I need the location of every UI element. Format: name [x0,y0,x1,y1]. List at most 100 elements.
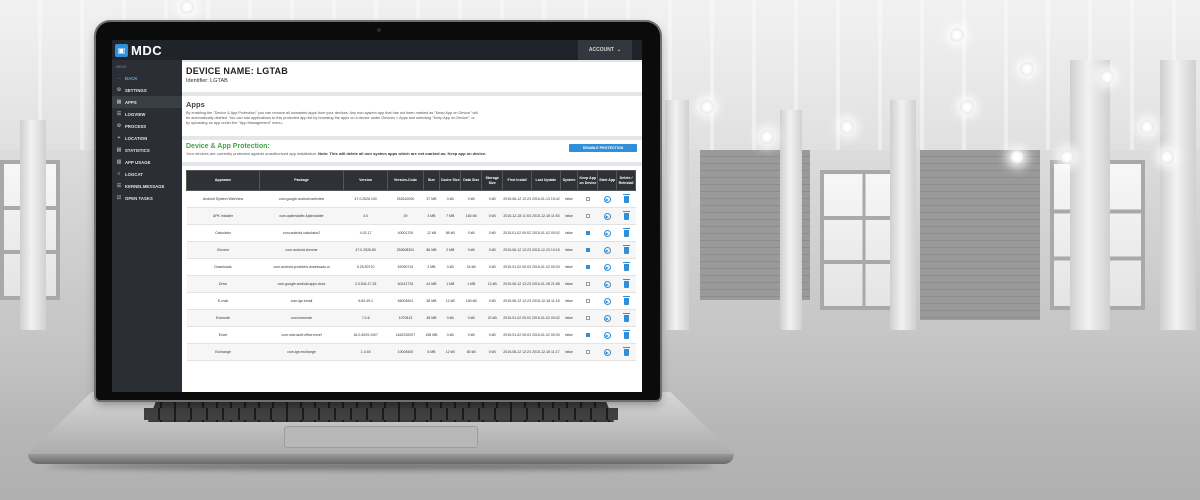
trash-icon[interactable] [622,279,630,288]
keep-app-checkbox[interactable] [585,315,590,320]
keep-app-checkbox[interactable] [585,281,590,286]
column-header[interactable]: Package [258,170,345,191]
cell-ver: 1.0.45 [343,343,388,361]
sidebar-item-settings[interactable]: ⚙ SETTINGS [112,84,182,96]
play-icon[interactable]: ▶ [603,246,611,254]
cell-data: 0 kB [460,309,482,327]
cell-storage: 0 kB [481,326,503,344]
play-icon[interactable]: ▶ [603,280,611,288]
trash-icon[interactable] [622,313,630,322]
cell-ver: 2.3.544.17.33 [343,275,388,293]
cell-data: 24 kB [460,258,482,276]
keep-app-checkbox[interactable] [585,196,590,201]
cell-keep [577,190,598,208]
cell-last: 2016-01-28 21:58 [531,275,561,293]
top-bar: ▣ MDC ACCOUNT ⌄ [112,40,642,60]
keep-app-checkbox[interactable] [585,247,590,252]
sidebar-item-apps[interactable]: ▦ APPS [112,96,182,108]
trash-icon[interactable] [622,296,630,305]
logo[interactable]: ▣ MDC [115,43,162,58]
sidebar-item-logview[interactable]: ☰ LOGVIEW [112,108,182,120]
play-icon[interactable]: ▶ [603,212,611,220]
trash-icon[interactable] [622,262,630,271]
sidebar: MENU ← BACK ⚙ SETTINGS ▦ APPS ☰ LOGVIEW … [112,60,182,392]
trash-icon[interactable] [622,194,630,203]
trash-icon[interactable] [622,347,630,356]
cell-data: 1 MB [460,275,482,293]
column-header[interactable]: Version [343,170,389,191]
trash-icon[interactable] [622,245,630,254]
sidebar-item-logcat[interactable]: ≡ LOGCAT [112,168,182,180]
disable-protection-button[interactable]: DISABLE PROTECTION [569,144,637,152]
sidebar-item-open-tasks[interactable]: ☑ OPEN TASKS [112,192,182,204]
cell-keep [577,292,598,310]
cell-first: 2015-01-02 00:03 [502,258,532,276]
cell-cache: 0 kB [439,258,461,276]
play-icon[interactable]: ▶ [603,195,611,203]
cell-system: false [560,190,578,208]
column-header[interactable]: Size [422,170,441,191]
sidebar-item-kernelmessage[interactable]: ☰ KERNELMESSAGE [112,180,182,192]
device-identifier: Identifier: LGTAB [186,78,228,84]
cell-last: 2015-12-23 19:15 [531,241,561,259]
table-row: Excel com.microsoft.office.excel 16.0.4029… [186,326,636,344]
sidebar-item-label: LOCATION [125,135,148,141]
keep-app-checkbox[interactable] [585,264,590,269]
cell-start: ▶ [597,343,617,361]
cell-name: Android System WebView [186,190,260,208]
cell-storage: 0 kB [481,207,503,225]
cell-pkg: com.apkinstaller.ApkInstaller [259,207,344,225]
play-icon[interactable]: ▶ [603,263,611,271]
ceiling-lamp-icon [840,120,854,134]
column-header[interactable]: Last Update [530,170,561,191]
column-header[interactable]: Version-Code [387,170,424,191]
column-header[interactable]: System [559,170,579,191]
cell-storage: 0 kB [481,190,503,208]
play-icon[interactable]: ▶ [603,314,611,322]
sidebar-item-process[interactable]: ⚙ PROCESS [112,120,182,132]
cell-code: 1642292007 [387,326,424,344]
column-header[interactable]: Storage Size [481,170,504,191]
play-icon[interactable]: ▶ [603,348,611,356]
cell-start: ▶ [597,309,617,327]
sidebar-caption: MENU [116,65,127,69]
brick-wall [920,150,1040,320]
cell-storage: 20 kB [481,309,503,327]
trash-icon[interactable] [622,330,630,339]
column-header[interactable]: First Install [502,170,532,191]
column-header[interactable]: Cache Size [439,170,462,191]
play-icon[interactable]: ▶ [603,229,611,237]
sidebar-item-location[interactable]: ⌖ LOCATION [112,132,182,144]
cell-ver: 6.60.49.1 [343,292,388,310]
cell-code: 52050710 [387,258,424,276]
cell-data: 0 kB [460,224,482,242]
keep-app-checkbox[interactable] [585,230,590,235]
cell-pkg: com.evernote [259,309,344,327]
protection-text: Your devices are currently protected aga… [186,151,319,156]
apps-icon: ▦ [116,99,122,105]
keep-app-checkbox[interactable] [585,349,590,354]
column-header: Start App [597,170,618,191]
table-row: E-mail com.lge.email 6.60.49.1 66004901 36 M… [186,292,636,310]
play-icon[interactable]: ▶ [603,331,611,339]
sidebar-item-back[interactable]: ← BACK [112,72,182,84]
column [665,100,689,360]
sidebar-item-app-usage[interactable]: ▥ APP USAGE [112,156,182,168]
cell-ver: 5.25.50710 [343,258,388,276]
cell-ver: 4.02.17 [343,224,388,242]
sidebar-item-statistics[interactable]: ▤ STATISTICS [112,144,182,156]
column-header[interactable]: Appname [186,170,260,191]
play-icon[interactable]: ▶ [603,297,611,305]
account-menu[interactable]: ACCOUNT ⌄ [578,40,632,60]
keep-app-checkbox[interactable] [585,213,590,218]
column-header[interactable]: Data Size [460,170,483,191]
cell-keep [577,258,598,276]
table-row: Chrome com.android.chrome 47.0.2526.83 2526… [186,241,636,259]
touchpad [284,426,478,448]
keep-app-checkbox[interactable] [585,298,590,303]
trash-icon[interactable] [622,228,630,237]
keyboard-row [144,408,618,420]
sidebar-item-label: KERNELMESSAGE [125,183,165,189]
keep-app-checkbox[interactable] [585,332,590,337]
trash-icon[interactable] [622,211,630,220]
